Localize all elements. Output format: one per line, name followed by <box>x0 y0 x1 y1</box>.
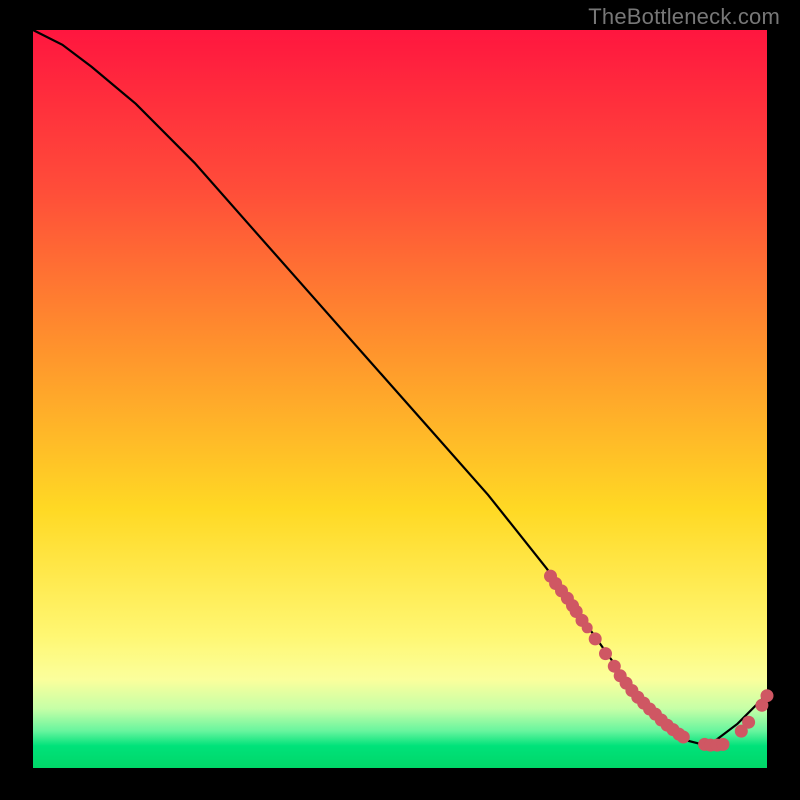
data-marker <box>589 632 602 645</box>
bottleneck-curve <box>33 30 767 746</box>
curve-layer <box>33 30 767 746</box>
data-marker <box>761 689 774 702</box>
plot-area <box>33 30 767 768</box>
watermark-text: TheBottleneck.com <box>588 4 780 30</box>
chart-container: TheBottleneck.com <box>0 0 800 800</box>
data-marker <box>742 716 755 729</box>
data-marker <box>717 738 730 751</box>
accent-marker-layer <box>582 622 593 633</box>
chart-svg <box>33 30 767 768</box>
data-marker <box>677 731 690 744</box>
accent-marker <box>582 622 593 633</box>
data-marker <box>599 647 612 660</box>
marker-layer <box>544 570 774 752</box>
